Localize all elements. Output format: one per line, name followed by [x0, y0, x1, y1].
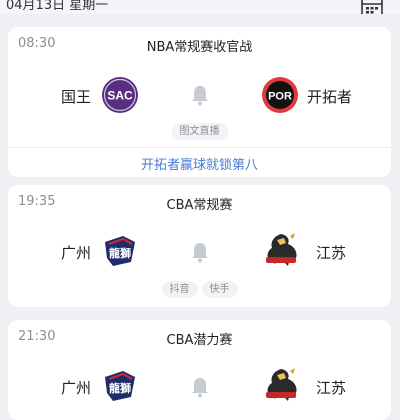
game-card[interactable]: 19:35 CBA常规赛 广州 龍獅 江苏 抖音 快手 [8, 185, 391, 307]
divider [8, 147, 391, 148]
svg-text:龍獅: 龍獅 [109, 246, 131, 260]
broadcast-pill[interactable]: 快手 [201, 281, 238, 298]
guangzhou-logo-icon: 龍獅 [105, 371, 135, 401]
away-team-name: 江苏 [316, 379, 347, 397]
broadcast-pill[interactable]: 图文直播 [171, 123, 228, 140]
home-team-name: 国王 [61, 88, 92, 106]
away-team-name: 江苏 [316, 244, 347, 262]
jiangsu-dragon-logo-icon [266, 368, 297, 401]
sac-logo-icon: SAC [102, 77, 138, 113]
svg-text:POR: POR [268, 91, 292, 103]
broadcast-list: 图文直播 [8, 123, 391, 140]
home-team-name: 广州 [61, 379, 92, 397]
game-card[interactable]: 21:30 CBA潜力赛 广州 龍獅 江苏 [8, 320, 391, 420]
broadcast-pill[interactable]: 抖音 [161, 281, 198, 298]
news-headline[interactable]: 开拓者赢球就锁第八 [8, 154, 391, 173]
date-label: 04月13日 星期一 [6, 0, 109, 13]
home-team-name: 广州 [61, 244, 92, 262]
svg-text:龍獅: 龍獅 [109, 381, 131, 395]
league-title: CBA常规赛 [166, 198, 233, 213]
bell-icon[interactable] [190, 84, 210, 106]
broadcast-list: 抖音 快手 [8, 281, 391, 298]
bell-icon[interactable] [190, 241, 210, 263]
svg-text:SAC: SAC [107, 89, 133, 103]
top-bar: 04月13日 星期一 [0, 0, 400, 14]
league-title: CBA潜力赛 [166, 333, 233, 348]
guangzhou-logo-icon: 龍獅 [105, 236, 135, 266]
calendar-icon[interactable] [361, 0, 383, 14]
jiangsu-dragon-logo-icon [266, 233, 297, 266]
league-title: NBA常规赛收官战 [146, 40, 253, 55]
game-card[interactable]: 08:30 NBA常规赛收官战 国王 SAC POR 开拓者 图文直播 开拓者赢… [8, 27, 391, 177]
bell-icon[interactable] [190, 376, 210, 398]
away-team-name: 开拓者 [307, 88, 353, 106]
por-logo-icon: POR [262, 77, 298, 113]
